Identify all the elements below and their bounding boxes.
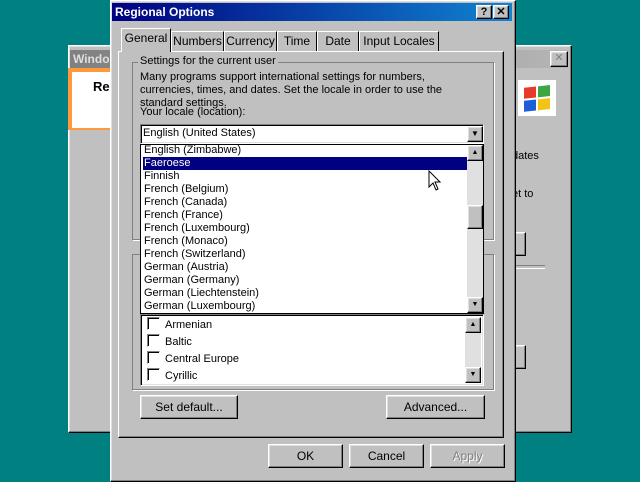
set-default-button[interactable]: Set default... bbox=[140, 395, 238, 419]
tab-date[interactable]: Date bbox=[317, 31, 359, 51]
language-list-scrollbar[interactable]: ▲ ▼ bbox=[465, 317, 481, 383]
list-item[interactable]: French (Luxembourg) bbox=[143, 222, 468, 235]
tab-numbers[interactable]: Numbers bbox=[171, 31, 224, 51]
windows-logo-icon bbox=[518, 80, 556, 116]
dialog-title[interactable]: Regional Options bbox=[112, 3, 512, 21]
locale-value[interactable]: English (United States) bbox=[143, 127, 256, 139]
cancel-button[interactable]: Cancel bbox=[349, 444, 424, 468]
tab-general[interactable]: General bbox=[121, 28, 171, 52]
mouse-cursor-icon bbox=[428, 169, 442, 195]
list-item[interactable]: German (Luxembourg) bbox=[143, 300, 468, 313]
settings-group-label: Settings for the current user bbox=[138, 55, 278, 67]
list-item[interactable]: English (Zimbabwe) bbox=[143, 145, 468, 157]
background-text-dates: dates bbox=[512, 150, 539, 162]
checkbox[interactable] bbox=[147, 317, 160, 330]
language-group-label: Cyrillic bbox=[165, 370, 198, 382]
help-icon[interactable]: ? bbox=[476, 5, 492, 19]
language-group-label: Armenian bbox=[165, 319, 213, 331]
scroll-thumb[interactable] bbox=[467, 205, 483, 229]
list-item[interactable]: Finnish bbox=[143, 170, 468, 183]
language-group-armenian[interactable]: Armenian bbox=[147, 317, 212, 333]
language-group-label: Central Europe bbox=[165, 353, 239, 365]
language-group-label: Baltic bbox=[165, 336, 192, 348]
locale-label: Your locale (location): bbox=[140, 106, 246, 118]
tab-input-locales[interactable]: Input Locales bbox=[359, 31, 439, 51]
dropdown-scrollbar[interactable]: ▲ ▼ bbox=[467, 145, 483, 313]
checkbox[interactable] bbox=[147, 368, 160, 381]
checkbox[interactable] bbox=[147, 334, 160, 347]
language-group-central-europe[interactable]: Central Europe bbox=[147, 351, 239, 367]
close-icon[interactable]: ✕ bbox=[493, 5, 509, 19]
scroll-up-icon[interactable]: ▲ bbox=[465, 317, 481, 333]
scroll-down-icon[interactable]: ▼ bbox=[467, 297, 483, 313]
list-item-selected[interactable]: Faeroese bbox=[143, 157, 468, 170]
scroll-up-icon[interactable]: ▲ bbox=[467, 145, 483, 161]
list-item[interactable]: French (Monaco) bbox=[143, 235, 468, 248]
list-item[interactable]: French (France) bbox=[143, 209, 468, 222]
checkbox[interactable] bbox=[147, 351, 160, 364]
list-item[interactable]: German (Austria) bbox=[143, 261, 468, 274]
background-close-icon[interactable]: ✕ bbox=[550, 51, 568, 67]
list-item[interactable]: French (Canada) bbox=[143, 196, 468, 209]
list-item[interactable]: French (Belgium) bbox=[143, 183, 468, 196]
list-item[interactable]: German (Germany) bbox=[143, 274, 468, 287]
advanced-button[interactable]: Advanced... bbox=[386, 395, 485, 419]
language-group-cyrillic[interactable]: Cyrillic bbox=[147, 368, 197, 384]
background-divider bbox=[515, 265, 545, 269]
language-group-baltic[interactable]: Baltic bbox=[147, 334, 192, 350]
tab-currency[interactable]: Currency bbox=[224, 31, 277, 51]
background-heading: Re bbox=[93, 79, 110, 94]
tab-time[interactable]: Time bbox=[277, 31, 317, 51]
list-item[interactable]: French (Switzerland) bbox=[143, 248, 468, 261]
settings-description: Many programs support international sett… bbox=[140, 71, 443, 109]
scroll-down-icon[interactable]: ▼ bbox=[465, 367, 481, 383]
list-item[interactable]: German (Liechtenstein) bbox=[143, 287, 468, 300]
apply-button[interactable]: Apply bbox=[430, 444, 505, 468]
chevron-down-icon[interactable]: ▼ bbox=[467, 126, 483, 142]
ok-button[interactable]: OK bbox=[268, 444, 343, 468]
language-groups-list[interactable]: Armenian Baltic Central Europe Cyrillic … bbox=[140, 314, 484, 386]
